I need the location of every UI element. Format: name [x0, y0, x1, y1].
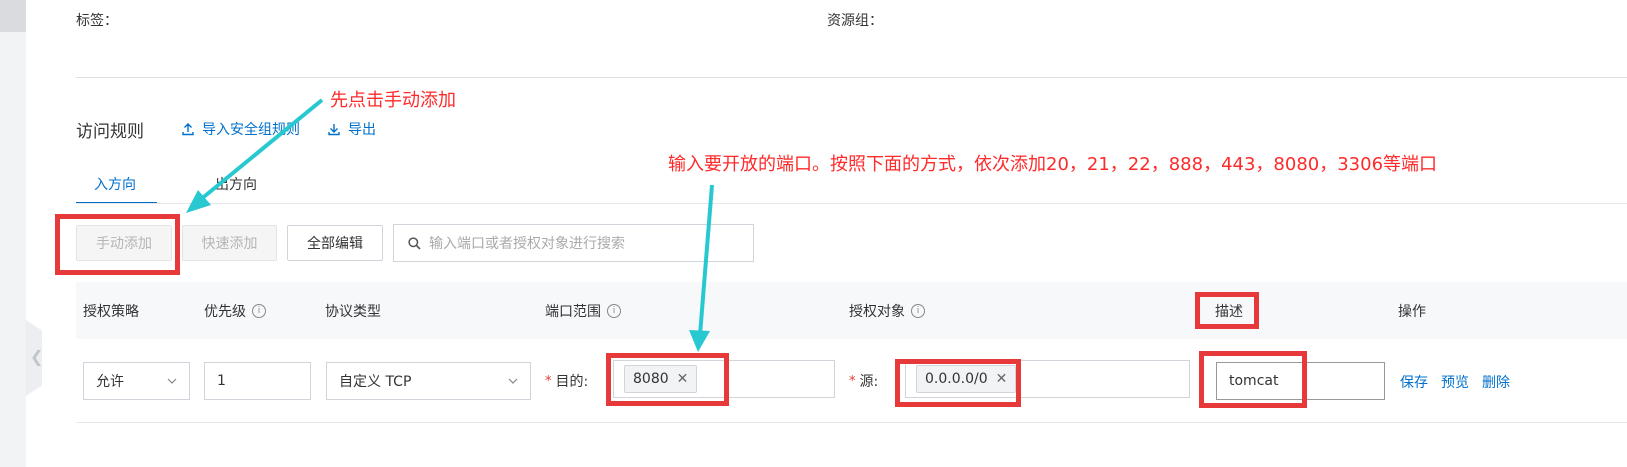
annotation-arrows — [186, 98, 714, 352]
annotation-second: 输入要开放的端口。按照下面的方式，依次添加20，21，22，888，443，80… — [668, 154, 1438, 175]
arrow-head-icon — [689, 330, 710, 352]
arrow-line — [198, 98, 324, 202]
arrow-line — [698, 184, 714, 336]
annotation-first: 先点击手动添加 — [330, 90, 456, 111]
